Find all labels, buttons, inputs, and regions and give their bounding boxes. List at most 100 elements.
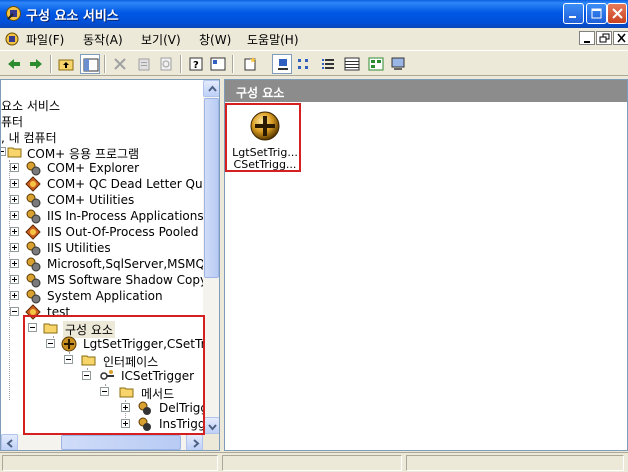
- tree-item-app[interactable]: IIS In-Process Applications: [1, 208, 204, 224]
- toolbar-separator: [50, 55, 52, 73]
- svg-text:?: ?: [193, 60, 199, 71]
- collapse-toggle[interactable]: [100, 387, 109, 396]
- tree-item-label: IIS In-Process Applications: [47, 209, 204, 223]
- expand-toggle[interactable]: [10, 259, 19, 268]
- details-icon: [344, 57, 360, 71]
- arrow-left-icon: [6, 439, 13, 448]
- result-pane[interactable]: 구성 요소 LgtSetTrig... CSetTrigg...: [224, 79, 628, 451]
- tree-item-computers[interactable]: 퓨터: [1, 112, 201, 129]
- collapse-toggle[interactable]: [1, 147, 6, 156]
- tree-item-app[interactable]: COM+ Explorer: [1, 160, 203, 176]
- tree-item-components-folder[interactable]: 구성 요소: [1, 320, 203, 338]
- status-view-button[interactable]: [366, 54, 386, 74]
- small-icons-view-button[interactable]: [294, 54, 314, 74]
- tree-item-app[interactable]: System Application: [1, 288, 203, 304]
- refresh-button[interactable]: [156, 54, 176, 74]
- collapse-toggle[interactable]: [10, 307, 19, 316]
- mdi-restore-button[interactable]: [596, 31, 612, 45]
- tree-horizontal-scrollbar[interactable]: [1, 434, 203, 450]
- tree-item-app[interactable]: IIS Out-Of-Process Pooled: [1, 224, 203, 240]
- expand-toggle[interactable]: [10, 275, 19, 284]
- tree-item-label: Microsoft,SqlServer,MSMQT: [47, 257, 213, 271]
- tree-item-test-app[interactable]: test: [1, 304, 203, 320]
- collapse-toggle[interactable]: [64, 355, 73, 364]
- detail-view-button[interactable]: [342, 54, 362, 74]
- up-one-level-button[interactable]: [56, 54, 76, 74]
- show-hide-tree-button[interactable]: [80, 54, 100, 74]
- plus-icon: [12, 197, 17, 202]
- close-button[interactable]: [607, 3, 627, 24]
- tree-item-app[interactable]: COM+ QC Dead Letter Queue: [1, 176, 219, 192]
- tree-item-method[interactable]: DelTrigger: [1, 400, 219, 416]
- result-item-component[interactable]: LgtSetTrig... CSetTrigg...: [229, 108, 301, 172]
- result-pane-header: 구성 요소: [225, 80, 627, 102]
- com-application-icon: [26, 289, 41, 304]
- minimize-button[interactable]: [563, 3, 584, 24]
- tree-item-methods-folder[interactable]: 메서드: [1, 384, 203, 401]
- tree-item-label: COM+ QC Dead Letter Queue: [47, 177, 220, 191]
- expand-toggle[interactable]: [10, 211, 19, 220]
- expand-toggle[interactable]: [10, 291, 19, 300]
- app-menu-icon[interactable]: [4, 31, 21, 47]
- collapse-toggle[interactable]: [82, 371, 91, 380]
- console-tree[interactable]: 요소 서비스 퓨터 , 내 컴퓨터 COM+ 응용 프로그램 COM+ Expl…: [0, 79, 220, 451]
- large-icons-view-button[interactable]: [272, 54, 292, 74]
- scroll-right-button[interactable]: [186, 434, 203, 450]
- collapse-toggle[interactable]: [28, 323, 37, 332]
- properties-disabled-button[interactable]: [134, 54, 154, 74]
- expand-toggle[interactable]: [10, 195, 19, 204]
- method-icon: [138, 401, 151, 415]
- mdi-minimize-button[interactable]: [579, 31, 595, 45]
- menu-action[interactable]: 동작(A): [83, 31, 123, 48]
- menu-view[interactable]: 보기(V): [141, 31, 181, 48]
- folder-open-icon: [119, 387, 134, 398]
- expand-toggle[interactable]: [121, 403, 130, 412]
- help-button[interactable]: ?: [186, 54, 206, 74]
- tree-item-component[interactable]: LgtSetTrigger,CSetTrigger: [1, 336, 219, 352]
- plus-icon: [12, 181, 17, 186]
- tree-item-component-services[interactable]: 요소 서비스: [1, 96, 201, 113]
- mdi-close-button[interactable]: [613, 31, 628, 45]
- back-button[interactable]: [4, 54, 24, 74]
- tree-item-app[interactable]: IIS Utilities: [1, 240, 203, 256]
- scroll-down-button[interactable]: [203, 417, 219, 434]
- collapse-toggle[interactable]: [46, 339, 55, 348]
- new-object-button[interactable]: [240, 54, 260, 74]
- tree-item-com-applications[interactable]: COM+ 응용 프로그램: [1, 144, 201, 161]
- scroll-thumb[interactable]: [204, 98, 219, 278]
- small-icons-icon: [298, 59, 308, 69]
- tree-item-interface[interactable]: ICSetTrigger: [1, 368, 203, 384]
- list-view-button[interactable]: [318, 54, 338, 74]
- minus-icon: [30, 327, 35, 328]
- maximize-button[interactable]: [586, 3, 607, 24]
- expand-toggle[interactable]: [10, 163, 19, 172]
- computer-view-button[interactable]: [388, 54, 408, 74]
- plus-icon: [12, 229, 17, 234]
- scroll-up-button[interactable]: [203, 80, 219, 97]
- tree-item-interfaces-folder[interactable]: 인터페이스: [1, 352, 203, 369]
- folder-open-icon: [7, 147, 22, 158]
- forward-button[interactable]: [26, 54, 46, 74]
- menu-file[interactable]: 파일(F): [26, 31, 64, 48]
- scroll-left-button[interactable]: [1, 434, 18, 450]
- tree-item-method[interactable]: InsTrigger: [1, 416, 218, 432]
- expand-toggle[interactable]: [10, 227, 19, 236]
- scrollbar-corner: [203, 434, 219, 450]
- expand-toggle[interactable]: [10, 243, 19, 252]
- com-application-icon: [26, 161, 41, 176]
- tree-item-app[interactable]: Microsoft,SqlServer,MSMQT: [1, 256, 212, 272]
- expand-toggle[interactable]: [121, 419, 130, 428]
- tree-vertical-scrollbar[interactable]: [203, 80, 219, 434]
- tree-item-my-computer[interactable]: , 내 컴퓨터: [1, 128, 201, 145]
- menu-help[interactable]: 도움말(H): [247, 31, 299, 48]
- plus-icon: [123, 421, 128, 426]
- tree-item-app[interactable]: COM+ Utilities: [1, 192, 203, 208]
- expand-toggle[interactable]: [10, 179, 19, 188]
- com-application-icon: [26, 241, 41, 256]
- properties-icon: [138, 58, 150, 71]
- view-button[interactable]: [208, 54, 228, 74]
- delete-button[interactable]: [110, 54, 130, 74]
- tree-item-app[interactable]: MS Software Shadow Copy: [1, 272, 207, 288]
- scroll-thumb[interactable]: [61, 435, 181, 450]
- menu-window[interactable]: 창(W): [199, 31, 231, 48]
